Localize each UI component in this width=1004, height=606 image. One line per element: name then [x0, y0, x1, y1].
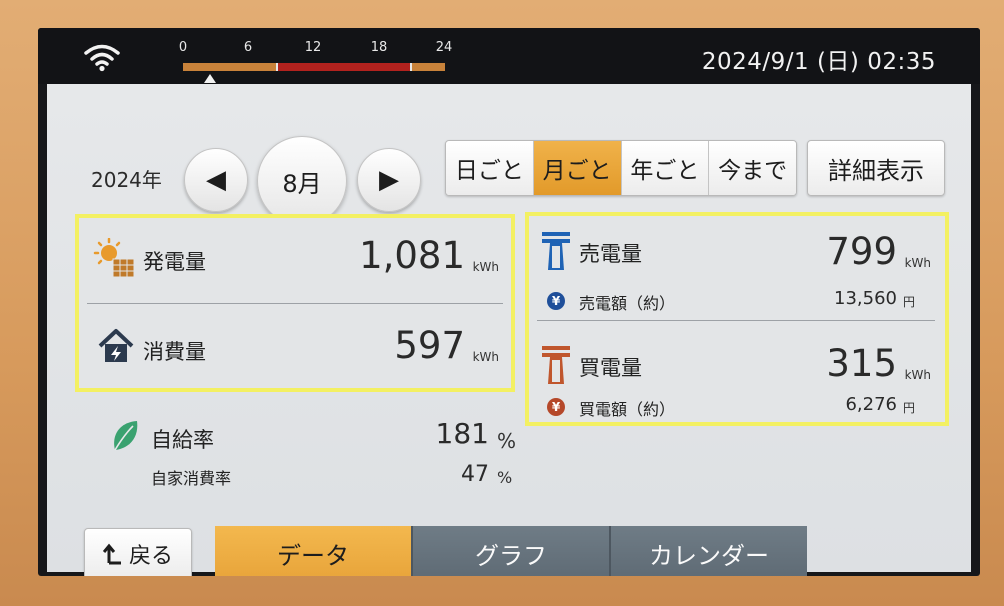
- tab-calendar[interactable]: カレンダー: [611, 526, 807, 576]
- power-pylon-icon: [542, 346, 570, 384]
- power-pylon-icon: [542, 232, 570, 270]
- panel-divider: [87, 303, 503, 304]
- consumption-value: 597: [394, 324, 465, 367]
- timeline-tick: 0: [178, 40, 188, 55]
- timeline-tick: 6: [243, 40, 253, 55]
- buy-amount-value: 6,276: [845, 394, 897, 415]
- period-total-button[interactable]: 今まで: [709, 141, 796, 195]
- sell-amount-value: 13,560: [834, 288, 897, 309]
- house-bolt-icon: [98, 329, 134, 362]
- timeline-separator: [410, 63, 412, 71]
- yen-icon: ¥: [547, 292, 565, 310]
- back-arrow-icon: [102, 543, 121, 565]
- month-button[interactable]: 8月: [257, 136, 347, 226]
- sell-amount-unit: 円: [902, 295, 915, 309]
- main-content: 2024年 ◀ 8月 ▶ 日ごと 月ごと 年ごと 今まで 詳細表示 発電量 1,…: [47, 84, 971, 576]
- generation-consumption-panel: 発電量 1,081 kWh 消費量 597 kWh: [75, 214, 515, 392]
- timeline-peak-segment: [276, 63, 410, 71]
- screen: 0 6 12 18 24 2024/9/1 (日) 02:35 2024年 ◀ …: [38, 28, 980, 576]
- period-monthly-button[interactable]: 月ごと: [533, 141, 622, 195]
- self-consumption-label: 自家消費率: [151, 469, 232, 488]
- generation-unit: kWh: [472, 260, 499, 274]
- buy-amount-label: 買電額（約）: [579, 400, 676, 419]
- tab-graph[interactable]: グラフ: [413, 526, 611, 576]
- self-sufficiency-unit: %: [497, 429, 517, 453]
- prev-month-button[interactable]: ◀: [184, 148, 248, 212]
- self-consumption-value: 47: [461, 462, 489, 487]
- current-datetime: 2024/9/1 (日) 02:35: [701, 49, 936, 75]
- next-month-button[interactable]: ▶: [357, 148, 421, 212]
- year-label: 2024年: [91, 168, 162, 192]
- sell-amount-label: 売電額（約）: [579, 294, 676, 313]
- hour-timeline: 0 6 12 18 24: [178, 36, 452, 83]
- wifi-icon: [84, 44, 120, 72]
- self-sufficiency-value: 181: [435, 417, 489, 450]
- buy-energy-value: 315: [826, 342, 897, 385]
- buy-energy-label: 買電量: [579, 356, 642, 380]
- sell-energy-value: 799: [826, 230, 897, 273]
- timeline-tick: 12: [304, 40, 322, 55]
- back-button-label: 戻る: [128, 544, 173, 569]
- buy-energy-unit: kWh: [904, 368, 931, 382]
- consumption-unit: kWh: [472, 350, 499, 364]
- detail-view-button[interactable]: 詳細表示: [807, 140, 945, 196]
- period-daily-button[interactable]: 日ごと: [446, 141, 534, 195]
- generation-label: 発電量: [143, 250, 206, 274]
- sell-energy-unit: kWh: [904, 256, 931, 270]
- solar-panel-icon: [93, 238, 135, 278]
- self-sufficiency-label: 自給率: [151, 428, 214, 452]
- buy-amount-unit: 円: [902, 401, 915, 415]
- timeline-tick: 24: [435, 40, 453, 55]
- period-yearly-button[interactable]: 年ごと: [621, 141, 710, 195]
- tab-data[interactable]: データ: [215, 526, 413, 576]
- view-tabs: データ グラフ カレンダー: [215, 526, 807, 576]
- back-button[interactable]: 戻る: [84, 528, 192, 576]
- period-selector: 日ごと 月ごと 年ごと 今まで: [445, 140, 797, 196]
- panel-divider: [537, 320, 935, 321]
- generation-value: 1,081: [359, 234, 465, 277]
- timeline-tick: 18: [370, 40, 388, 55]
- grid-trade-panel: 売電量 799 kWh ¥ 売電額（約） 13,560 円 買電量 315 kW…: [525, 212, 949, 426]
- leaf-icon: [114, 421, 138, 451]
- current-time-marker: [204, 74, 216, 83]
- status-bar: 0 6 12 18 24 2024/9/1 (日) 02:35: [38, 28, 980, 84]
- self-consumption-unit: %: [497, 468, 513, 487]
- yen-icon: ¥: [547, 398, 565, 416]
- timeline-separator: [276, 63, 278, 71]
- sell-energy-label: 売電量: [579, 242, 642, 266]
- consumption-label: 消費量: [143, 340, 206, 364]
